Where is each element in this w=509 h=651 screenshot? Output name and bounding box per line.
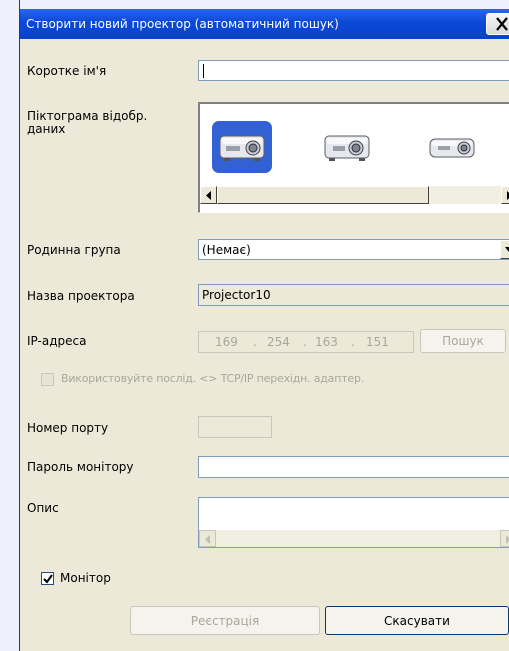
search-button[interactable]: Пошук — [420, 329, 506, 353]
ip-separator: . — [351, 335, 355, 349]
family-group-label: Родинна група — [27, 243, 121, 257]
family-group-value: (Немає) — [202, 243, 251, 257]
ip-octet-3: 163 — [315, 335, 338, 349]
scroll-left-button[interactable] — [200, 186, 217, 204]
monitor-checkbox[interactable] — [41, 572, 54, 585]
short-name-input[interactable] — [198, 60, 509, 81]
new-projector-dialog: Створити новий проектор (автоматичний по… — [20, 9, 509, 651]
chevron-down-icon — [505, 247, 509, 252]
search-button-label: Пошук — [442, 334, 484, 348]
arrow-left-icon — [206, 191, 211, 200]
monitor-password-label: Пароль монітору — [27, 460, 134, 474]
tcpip-adapter-checkbox[interactable] — [41, 373, 54, 386]
title-bar[interactable]: Створити новий проектор (автоматичний по… — [20, 9, 509, 39]
scroll-left-button[interactable] — [199, 530, 216, 547]
window-title: Створити новий проектор (автоматичний по… — [26, 17, 339, 31]
projector-icon — [429, 138, 475, 158]
projector-icon-2[interactable] — [317, 121, 377, 173]
cancel-button-label: Скасувати — [384, 614, 450, 628]
port-number-label: Номер порту — [27, 421, 109, 435]
checkmark-icon — [43, 574, 53, 584]
projector-icon-1[interactable] — [212, 121, 272, 173]
description-textarea[interactable] — [198, 497, 509, 548]
projector-icon-3[interactable] — [422, 121, 482, 173]
scroll-right-button[interactable] — [500, 530, 509, 547]
scroll-thumb[interactable] — [217, 186, 429, 204]
description-scrollbar[interactable] — [199, 530, 509, 547]
family-group-select[interactable]: (Немає) — [198, 239, 509, 260]
icon-list[interactable] — [198, 102, 509, 213]
ip-octet-1: 169 — [215, 335, 238, 349]
monitor-checkbox-label: Монітор — [60, 571, 111, 585]
description-label: Опис — [27, 501, 59, 515]
text-caret — [203, 64, 204, 78]
register-button-label: Реєстрація — [190, 614, 260, 628]
projector-name-label: Назва проектора — [27, 289, 135, 303]
projector-name-field[interactable]: Projector10 — [198, 284, 509, 306]
background-frame — [0, 0, 20, 651]
projector-icon — [324, 135, 370, 161]
icon-list-scrollbar[interactable] — [200, 186, 509, 204]
ip-separator: . — [303, 335, 307, 349]
close-button[interactable] — [486, 13, 509, 35]
family-group-dropdown-button[interactable] — [500, 240, 509, 259]
port-number-input[interactable] — [198, 416, 272, 438]
register-button[interactable]: Реєстрація — [130, 606, 320, 635]
icon-label: Піктограма відобр. даних — [27, 109, 148, 136]
ip-octet-2: 254 — [267, 335, 290, 349]
short-name-label: Коротке ім'я — [27, 64, 107, 78]
ip-address-input[interactable]: 169 . 254 . 163 . 151 — [198, 331, 414, 353]
ip-address-label: IP-адреса — [27, 334, 87, 348]
tcpip-adapter-label: Використовуйте послід. <> TCP/IP перехід… — [61, 372, 365, 385]
projector-name-value: Projector10 — [202, 288, 271, 302]
projector-icon — [219, 135, 265, 161]
ip-separator: . — [253, 335, 257, 349]
ip-octet-4: 151 — [366, 335, 389, 349]
monitor-password-input[interactable] — [198, 456, 509, 478]
arrow-left-icon — [205, 535, 210, 544]
cancel-button[interactable]: Скасувати — [325, 606, 509, 635]
scroll-right-button[interactable] — [501, 186, 509, 204]
close-icon — [496, 17, 508, 31]
